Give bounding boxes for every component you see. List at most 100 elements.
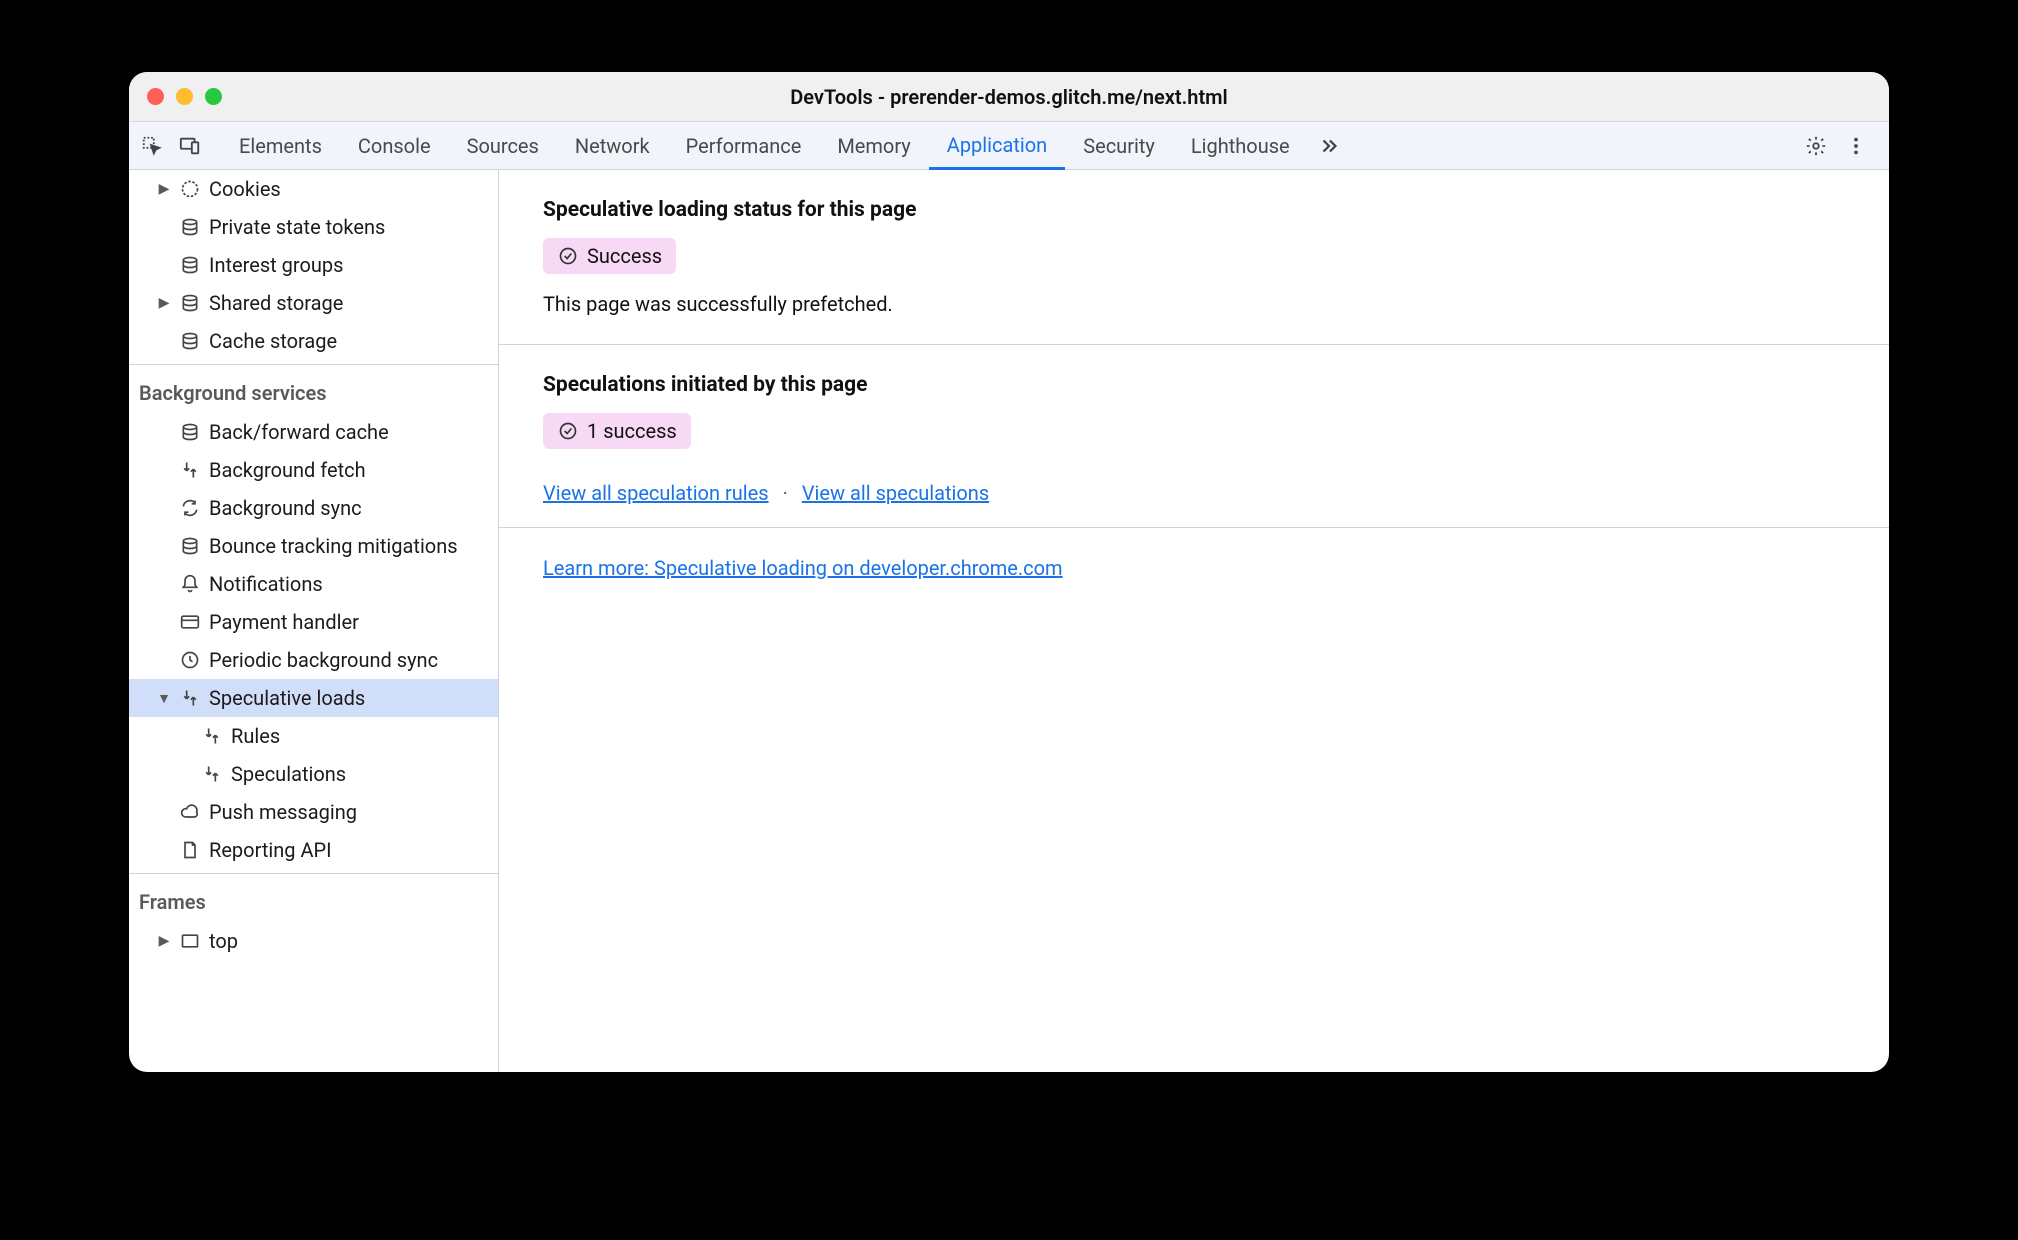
main-panel: Speculative loading status for this page… xyxy=(499,170,1889,1072)
database-icon xyxy=(179,254,201,276)
sidebar-item-bg-fetch[interactable]: Background fetch xyxy=(129,451,498,489)
sidebar-item-private-state-tokens[interactable]: Private state tokens xyxy=(129,208,498,246)
sidebar-item-label: top xyxy=(209,929,238,953)
status-section: Speculative loading status for this page… xyxy=(499,170,1889,345)
sidebar-item-label: Back/forward cache xyxy=(209,420,389,444)
sidebar-item-payment-handler[interactable]: Payment handler xyxy=(129,603,498,641)
window-title: DevTools - prerender-demos.glitch.me/nex… xyxy=(790,85,1227,109)
devtools-window: DevTools - prerender-demos.glitch.me/nex… xyxy=(129,72,1889,1072)
database-icon xyxy=(179,535,201,557)
traffic-lights xyxy=(147,88,222,105)
sidebar-item-label: Cache storage xyxy=(209,329,337,353)
sidebar-item-label: Speculations xyxy=(231,762,346,786)
learn-more-section: Learn more: Speculative loading on devel… xyxy=(499,528,1889,602)
sidebar-item-frame-top[interactable]: ▶ top xyxy=(129,922,498,960)
status-badge-label: Success xyxy=(587,244,662,268)
tab-application[interactable]: Application xyxy=(929,122,1065,170)
tab-security[interactable]: Security xyxy=(1065,122,1173,170)
sidebar-item-speculations[interactable]: Speculations xyxy=(129,755,498,793)
database-icon xyxy=(179,292,201,314)
sidebar-item-periodic-sync[interactable]: Periodic background sync xyxy=(129,641,498,679)
fetch-icon xyxy=(201,725,223,747)
check-circle-icon xyxy=(557,245,579,267)
link-view-speculations[interactable]: View all speculations xyxy=(802,481,989,505)
sidebar-item-label: Interest groups xyxy=(209,253,343,277)
maximize-window-button[interactable] xyxy=(205,88,222,105)
sidebar-item-label: Shared storage xyxy=(209,291,343,315)
sidebar-item-label: Rules xyxy=(231,724,280,748)
more-tabs-icon[interactable] xyxy=(1318,135,1340,157)
device-toggle-icon[interactable] xyxy=(179,135,201,157)
check-circle-icon xyxy=(557,420,579,442)
sidebar-item-label: Speculative loads xyxy=(209,686,365,710)
sidebar-item-notifications[interactable]: Notifications xyxy=(129,565,498,603)
frame-icon xyxy=(179,930,201,952)
tab-performance[interactable]: Performance xyxy=(668,122,820,170)
fetch-icon xyxy=(201,763,223,785)
bell-icon xyxy=(179,573,201,595)
sidebar-section-bg-services: Background services xyxy=(129,369,498,413)
inspect-element-icon[interactable] xyxy=(141,135,163,157)
database-icon xyxy=(179,421,201,443)
sidebar-item-label: Private state tokens xyxy=(209,215,385,239)
tab-memory[interactable]: Memory xyxy=(819,122,928,170)
sidebar-item-label: Cookies xyxy=(209,177,281,201)
collapse-arrow-icon: ▼ xyxy=(157,690,171,707)
sidebar-item-push-messaging[interactable]: Push messaging xyxy=(129,793,498,831)
sidebar-item-cache-storage[interactable]: Cache storage xyxy=(129,322,498,360)
status-badge: Success xyxy=(543,238,676,274)
clock-icon xyxy=(179,649,201,671)
sidebar-item-bf-cache[interactable]: Back/forward cache xyxy=(129,413,498,451)
sidebar-item-label: Push messaging xyxy=(209,800,357,824)
sidebar-item-label: Background sync xyxy=(209,496,362,520)
link-view-rules[interactable]: View all speculation rules xyxy=(543,481,769,505)
sidebar-item-label: Periodic background sync xyxy=(209,648,438,672)
sidebar-item-rules[interactable]: Rules xyxy=(129,717,498,755)
toolbar: Elements Console Sources Network Perform… xyxy=(129,122,1889,170)
sidebar-item-bg-sync[interactable]: Background sync xyxy=(129,489,498,527)
close-window-button[interactable] xyxy=(147,88,164,105)
status-text: This page was successfully prefetched. xyxy=(543,292,1845,316)
sidebar-item-reporting-api[interactable]: Reporting API xyxy=(129,831,498,869)
initiated-badge: 1 success xyxy=(543,413,691,449)
database-icon xyxy=(179,216,201,238)
initiated-badge-label: 1 success xyxy=(587,419,677,443)
sidebar-item-interest-groups[interactable]: Interest groups xyxy=(129,246,498,284)
tab-sources[interactable]: Sources xyxy=(449,122,557,170)
initiated-section: Speculations initiated by this page 1 su… xyxy=(499,345,1889,528)
separator-dot: · xyxy=(783,481,788,505)
expand-arrow-icon: ▶ xyxy=(157,295,171,311)
panel-tabs: Elements Console Sources Network Perform… xyxy=(221,122,1805,170)
expand-arrow-icon: ▶ xyxy=(157,933,171,949)
settings-icon[interactable] xyxy=(1805,135,1827,157)
tab-console[interactable]: Console xyxy=(340,122,449,170)
sidebar-item-speculative-loads[interactable]: ▼ Speculative loads xyxy=(129,679,498,717)
sidebar-item-shared-storage[interactable]: ▶ Shared storage xyxy=(129,284,498,322)
minimize-window-button[interactable] xyxy=(176,88,193,105)
titlebar: DevTools - prerender-demos.glitch.me/nex… xyxy=(129,72,1889,122)
sidebar-item-cookies[interactable]: ▶ Cookies xyxy=(129,170,498,208)
credit-card-icon xyxy=(179,611,201,633)
fetch-icon xyxy=(179,459,201,481)
sidebar: ▶ Cookies Private state tokens Interest … xyxy=(129,170,499,1072)
sidebar-item-label: Background fetch xyxy=(209,458,366,482)
initiated-heading: Speculations initiated by this page xyxy=(543,373,1845,397)
tab-network[interactable]: Network xyxy=(557,122,668,170)
tab-elements[interactable]: Elements xyxy=(221,122,340,170)
cookie-icon xyxy=(179,178,201,200)
tab-lighthouse[interactable]: Lighthouse xyxy=(1173,122,1308,170)
database-icon xyxy=(179,330,201,352)
sync-icon xyxy=(179,497,201,519)
fetch-icon xyxy=(179,687,201,709)
cloud-icon xyxy=(179,801,201,823)
expand-arrow-icon: ▶ xyxy=(157,181,171,197)
sidebar-section-frames: Frames xyxy=(129,878,498,922)
document-icon xyxy=(179,839,201,861)
status-heading: Speculative loading status for this page xyxy=(543,198,1845,222)
more-options-icon[interactable] xyxy=(1845,135,1867,157)
sidebar-item-label: Bounce tracking mitigations xyxy=(209,534,458,558)
link-learn-more[interactable]: Learn more: Speculative loading on devel… xyxy=(543,556,1063,580)
sidebar-item-bounce-tracking[interactable]: Bounce tracking mitigations xyxy=(129,527,498,565)
sidebar-item-label: Notifications xyxy=(209,572,323,596)
sidebar-item-label: Payment handler xyxy=(209,610,359,634)
